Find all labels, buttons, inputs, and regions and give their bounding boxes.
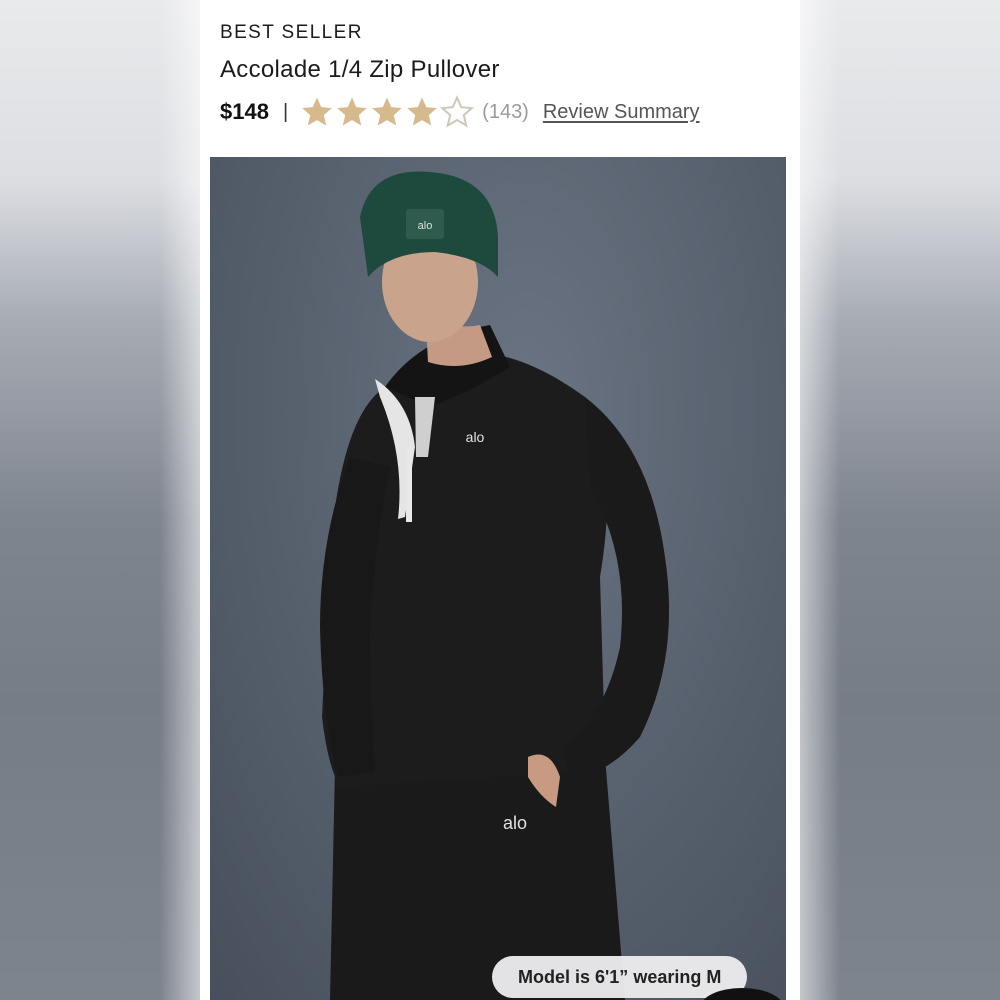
product-image[interactable]: alo alo alo [210, 157, 786, 1000]
review-summary-link[interactable]: Review Summary [543, 101, 700, 124]
hat-logo-text: alo [418, 220, 433, 232]
model-info-text: Model is 6'1” wearing M [518, 966, 722, 987]
best-seller-label: BEST SELLER [220, 22, 363, 43]
product-price: $148 [220, 99, 269, 124]
background-blur-left [0, 0, 200, 1000]
separator: | [282, 100, 289, 123]
product-screen: BEST SELLER Accolade 1/4 Zip Pullover $1… [200, 0, 800, 1000]
review-count: (143) [482, 100, 529, 123]
model-info-badge: Model is 6'1” wearing M [492, 956, 748, 998]
chest-logo-text: alo [466, 429, 485, 445]
star-rating[interactable] [300, 95, 475, 129]
model-illustration: alo alo alo [320, 171, 670, 1000]
star-filled-icon [407, 97, 437, 126]
star-filled-icon [372, 97, 402, 126]
star-filled-icon [302, 97, 332, 126]
star-filled-icon [337, 97, 367, 126]
pants-logo-text: alo [503, 813, 527, 833]
product-title: Accolade 1/4 Zip Pullover [220, 56, 500, 83]
star-empty-icon [440, 95, 475, 128]
price-rating-row: $148 | (143) Review Summary [220, 94, 700, 130]
background-blur-right [800, 0, 1000, 1000]
